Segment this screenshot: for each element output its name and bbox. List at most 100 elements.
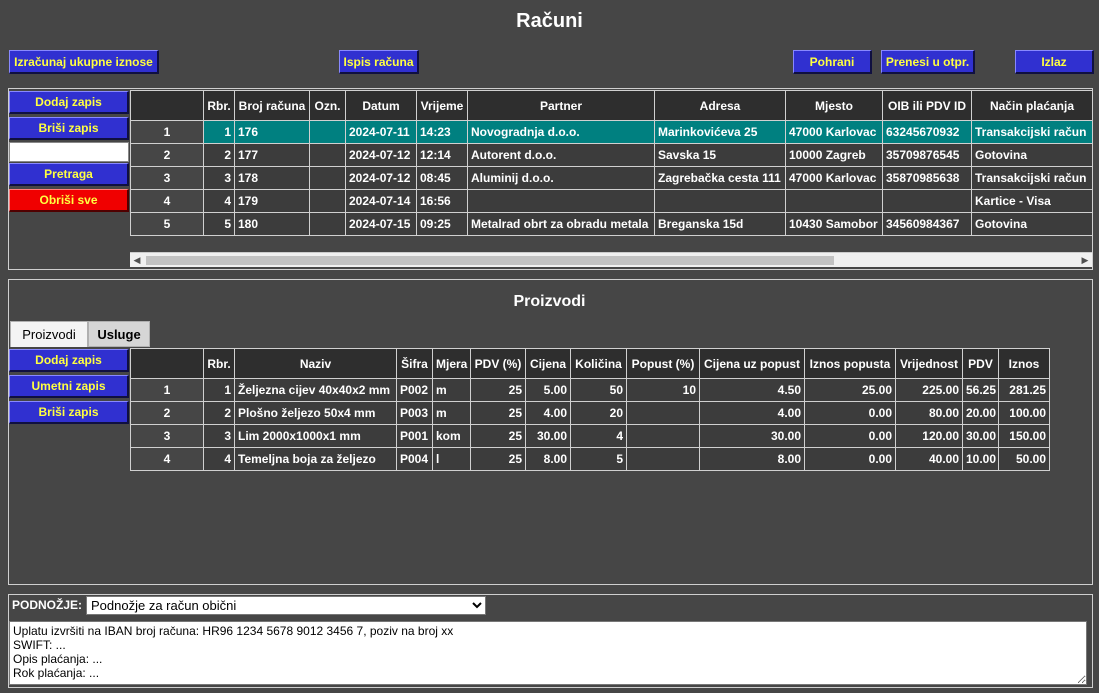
cell-pdv[interactable]: 25	[470, 424, 526, 448]
cell-cijena[interactable]: 5.00	[525, 378, 571, 402]
cell-kolicina[interactable]: 20	[570, 401, 627, 425]
cell-naziv[interactable]: Plošno željezo 50x4 mm	[234, 401, 397, 425]
tab-products[interactable]: Proizvodi	[10, 321, 88, 347]
cell-adresa[interactable]: Breganska 15d	[654, 212, 786, 236]
invoice-delete-button[interactable]: Briši zapis	[9, 117, 129, 140]
cell-adresa[interactable]: Savska 15	[654, 143, 786, 167]
product-row[interactable]: 2 2 Plošno željezo 50x4 mm P003 m 25 4.00 20 4.0…	[130, 401, 1050, 425]
row-number[interactable]: 1	[130, 378, 204, 402]
cell-pdv[interactable]: 25	[470, 447, 526, 471]
product-row[interactable]: 4 4 Temeljna boja za željezo P004 l 25 8.00 5 8.…	[130, 447, 1050, 471]
cell-pdv-iznos[interactable]: 10.00	[962, 447, 999, 471]
cell-partner[interactable]: Autorent d.o.o.	[467, 143, 655, 167]
cell-datum[interactable]: 2024-07-15	[345, 212, 417, 236]
cell-kolicina[interactable]: 50	[570, 378, 627, 402]
cell-cijena[interactable]: 8.00	[525, 447, 571, 471]
invoices-horizontal-scrollbar[interactable]: ◀ ▶	[130, 252, 1092, 267]
cell-kolicina[interactable]: 4	[570, 424, 627, 448]
cell-ozn[interactable]	[309, 143, 346, 167]
cell-datum[interactable]: 2024-07-12	[345, 166, 417, 190]
row-number[interactable]: 4	[130, 447, 204, 471]
column-header[interactable]: PDV (%)	[470, 348, 526, 379]
column-header[interactable]: Adresa	[654, 90, 786, 121]
column-header[interactable]: Datum	[345, 90, 417, 121]
column-header[interactable]: Šifra	[396, 348, 433, 379]
cell-popust[interactable]	[626, 447, 700, 471]
cell-vrijeme[interactable]: 09:25	[416, 212, 468, 236]
cell-vrijeme[interactable]: 16:56	[416, 189, 468, 213]
column-header[interactable]: Partner	[467, 90, 655, 121]
cell-oib[interactable]: 34560984367	[882, 212, 972, 236]
cell-ozn[interactable]	[309, 189, 346, 213]
product-row[interactable]: 3 3 Lim 2000x1000x1 mm P001 kom 25 30.00 4 30.00…	[130, 424, 1050, 448]
cell-ozn[interactable]	[309, 120, 346, 144]
triangle-right-icon[interactable]: ▶	[1078, 253, 1092, 268]
cell-sifra[interactable]: P001	[396, 424, 433, 448]
row-number[interactable]: 3	[130, 424, 204, 448]
column-header[interactable]: Mjesto	[785, 90, 883, 121]
cell-rbr[interactable]: 1	[203, 378, 235, 402]
cell-vrijednost[interactable]: 225.00	[895, 378, 963, 402]
cell-rbr[interactable]: 4	[203, 447, 235, 471]
cell-mjera[interactable]: l	[432, 447, 471, 471]
cell-ozn[interactable]	[309, 212, 346, 236]
cell-oib[interactable]: 35709876545	[882, 143, 972, 167]
cell-rbr[interactable]: 3	[203, 166, 235, 190]
column-header[interactable]: Vrijednost	[895, 348, 963, 379]
cell-iznos-popusta[interactable]: 25.00	[804, 378, 896, 402]
cell-mjera[interactable]: m	[432, 378, 471, 402]
row-number[interactable]: 5	[130, 212, 204, 236]
cell-mjesto[interactable]	[785, 189, 883, 213]
column-header[interactable]: Ozn.	[309, 90, 346, 121]
row-number[interactable]: 2	[130, 401, 204, 425]
cell-nacin[interactable]: Gotovina	[971, 212, 1093, 236]
cell-vrijeme[interactable]: 14:23	[416, 120, 468, 144]
cell-kolicina[interactable]: 5	[570, 447, 627, 471]
column-header[interactable]: PDV	[962, 348, 999, 379]
product-row[interactable]: 1 1 Željezna cijev 40x40x2 mm P002 m 25 5.00 50…	[130, 378, 1050, 402]
cell-vrijednost[interactable]: 40.00	[895, 447, 963, 471]
cell-pdv-iznos[interactable]: 20.00	[962, 401, 999, 425]
invoice-row[interactable]: 3 3 178 2024-07-12 08:45 Aluminij d.o.o. Zagre…	[130, 166, 1093, 190]
invoice-row[interactable]: 2 2 177 2024-07-12 12:14 Autorent d.o.o. Savsk…	[130, 143, 1093, 167]
cell-datum[interactable]: 2024-07-11	[345, 120, 417, 144]
cell-iznos[interactable]: 100.00	[998, 401, 1050, 425]
cell-vrijednost[interactable]: 120.00	[895, 424, 963, 448]
cell-rbr[interactable]: 1	[203, 120, 235, 144]
cell-oib[interactable]	[882, 189, 972, 213]
column-header[interactable]: Rbr.	[203, 348, 235, 379]
footer-textarea[interactable]: Uplatu izvršiti na IBAN broj računa: HR9…	[9, 621, 1087, 685]
transfer-button[interactable]: Prenesi u otpr.	[881, 50, 975, 74]
cell-cijena[interactable]: 30.00	[525, 424, 571, 448]
cell-nacin[interactable]: Kartice - Visa	[971, 189, 1093, 213]
cell-iznos-popusta[interactable]: 0.00	[804, 424, 896, 448]
cell-sifra[interactable]: P004	[396, 447, 433, 471]
cell-ozn[interactable]	[309, 166, 346, 190]
footer-template-select[interactable]: Podnožje za račun obični	[86, 596, 486, 615]
cell-iznos[interactable]: 50.00	[998, 447, 1050, 471]
cell-adresa[interactable]: Zagrebačka cesta 111	[654, 166, 786, 190]
cell-pdv[interactable]: 25	[470, 401, 526, 425]
cell-cijena-popust[interactable]: 30.00	[699, 424, 805, 448]
column-header[interactable]: OIB ili PDV ID	[882, 90, 972, 121]
cell-partner[interactable]	[467, 189, 655, 213]
column-header[interactable]: Iznos	[998, 348, 1050, 379]
cell-mjesto[interactable]: 10000 Zagreb	[785, 143, 883, 167]
cell-broj[interactable]: 180	[234, 212, 310, 236]
cell-rbr[interactable]: 4	[203, 189, 235, 213]
column-header[interactable]: Iznos popusta	[804, 348, 896, 379]
cell-nacin[interactable]: Transakcijski račun	[971, 166, 1093, 190]
cell-rbr[interactable]: 3	[203, 424, 235, 448]
scrollbar-thumb[interactable]	[146, 256, 834, 265]
cell-rbr[interactable]: 2	[203, 143, 235, 167]
product-add-button[interactable]: Dodaj zapis	[9, 349, 129, 372]
cell-mjesto[interactable]: 47000 Karlovac	[785, 120, 883, 144]
save-button[interactable]: Pohrani	[793, 50, 872, 74]
invoice-add-button[interactable]: Dodaj zapis	[9, 91, 129, 114]
column-header[interactable]: Cijena uz popust	[699, 348, 805, 379]
cell-pdv-iznos[interactable]: 30.00	[962, 424, 999, 448]
cell-sifra[interactable]: P002	[396, 378, 433, 402]
cell-mjesto[interactable]: 10430 Samobor	[785, 212, 883, 236]
clear-all-button[interactable]: Obriši sve	[9, 189, 129, 212]
cell-nacin[interactable]: Gotovina	[971, 143, 1093, 167]
